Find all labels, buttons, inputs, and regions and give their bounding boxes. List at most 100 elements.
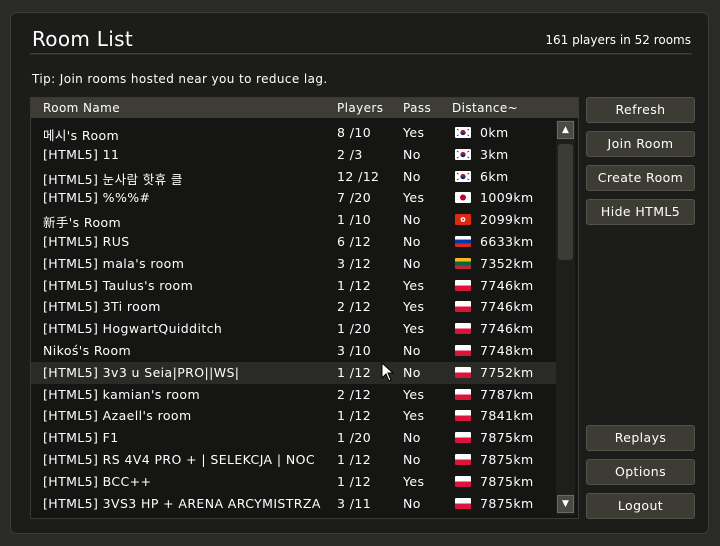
room-name: [HTML5] kamian's room: [43, 386, 201, 402]
room-row[interactable]: [HTML5] kamian's room 2 /12 Yes 7787km: [31, 384, 556, 406]
kr-flag-icon: [455, 148, 471, 160]
pl-flag-icon: [455, 323, 471, 335]
room-name: [HTML5] 눈사람 핫휴 클: [43, 171, 183, 187]
hide-html5-button[interactable]: Hide HTML5: [586, 199, 695, 225]
room-row[interactable]: [HTML5] 눈사람 핫휴 클 12 /12 No 6km: [31, 166, 556, 188]
room-row[interactable]: [HTML5] Taulus's room 1 /12 Yes 7746km: [31, 275, 556, 297]
room-pass: Yes: [403, 125, 425, 140]
room-row[interactable]: [HTML5] F1 1 /20 No 7875km: [31, 427, 556, 449]
room-distance: 7752km: [480, 364, 534, 380]
room-pass: No: [403, 342, 421, 358]
room-name: [HTML5] %%%#: [43, 190, 151, 206]
room-list-window: Room List 161 players in 52 rooms Tip: J…: [10, 12, 709, 534]
room-players: 1 /12: [337, 364, 372, 380]
scroll-up-button[interactable]: ▲: [557, 121, 574, 139]
room-row[interactable]: 新手's Room 1 /10 No 2099km: [31, 209, 556, 231]
room-row[interactable]: [HTML5] HogwartQuidditch 1 /20 Yes 7746km: [31, 318, 556, 340]
room-row[interactable]: [HTML5] Azaell's room 1 /12 Yes 7841km: [31, 405, 556, 427]
room-pass: Yes: [403, 386, 425, 402]
logout-button[interactable]: Logout: [586, 493, 695, 519]
room-distance: 7787km: [480, 386, 534, 402]
column-header-pass[interactable]: Pass: [403, 101, 431, 115]
room-distance: 7875km: [480, 495, 534, 511]
room-players: 6 /12: [337, 233, 372, 249]
room-players: 8 /10: [337, 125, 372, 140]
room-row[interactable]: Nikoś's Room 3 /10 No 7748km: [31, 340, 556, 362]
room-distance: 2099km: [480, 212, 534, 228]
room-name: [HTML5] 11: [43, 146, 120, 162]
room-pass: Yes: [403, 190, 425, 206]
room-players: 3 /12: [337, 255, 372, 271]
room-players: 1 /12: [337, 451, 372, 467]
room-pass: No: [403, 233, 421, 249]
room-distance: 7748km: [480, 342, 534, 358]
room-pass: Yes: [403, 473, 425, 489]
room-players: 12 /12: [337, 168, 380, 184]
room-name: [HTML5] 3v3 u Seia|PRO||WS|: [43, 364, 240, 380]
room-distance: 6km: [480, 168, 509, 184]
room-row[interactable]: [HTML5] 3Ti room 2 /12 Yes 7746km: [31, 296, 556, 318]
room-name: [HTML5] mala's room: [43, 255, 185, 271]
jp-flag-icon: [455, 192, 471, 204]
refresh-button[interactable]: Refresh: [586, 97, 695, 123]
column-header-room-name[interactable]: Room Name: [43, 101, 120, 115]
kr-flag-icon: [455, 170, 471, 182]
room-players: 2 /3: [337, 146, 363, 162]
room-pass: No: [403, 146, 421, 162]
room-row[interactable]: [HTML5] 3v3 u Seia|PRO||WS| 1 /12 No 7752km: [31, 361, 556, 384]
room-pass: Yes: [403, 321, 425, 337]
create-room-button[interactable]: Create Room: [586, 165, 695, 191]
room-name: [HTML5] HogwartQuidditch: [43, 321, 223, 337]
room-name: Nikoś's Room: [43, 342, 132, 358]
room-row[interactable]: [HTML5] mala's room 3 /12 No 7352km: [31, 253, 556, 275]
room-name: [HTML5] Taulus's room: [43, 277, 194, 293]
room-name: 新手's Room: [43, 215, 122, 231]
pl-flag-icon: [455, 410, 471, 422]
pl-flag-icon: [455, 453, 471, 465]
room-name: 메시's Room: [43, 128, 120, 143]
room-row[interactable]: [HTML5] 3VS3 HP + ARENA ARCYMISTRZA 3 /11…: [31, 493, 556, 515]
pl-flag-icon: [455, 366, 471, 378]
room-players: 7 /20: [337, 190, 372, 206]
scroll-thumb[interactable]: [558, 144, 573, 260]
ru-flag-icon: [455, 235, 471, 247]
room-name: [HTML5] BCC++: [43, 473, 152, 489]
kr-flag-icon: [455, 127, 471, 138]
room-pass: No: [403, 168, 421, 184]
room-row[interactable]: [HTML5] BCC++ 1 /12 Yes 7875km: [31, 471, 556, 493]
join-room-button[interactable]: Join Room: [586, 131, 695, 157]
room-pass: No: [403, 212, 421, 228]
scrollbar[interactable]: ▲ ▼: [556, 120, 575, 515]
room-distance: 7746km: [480, 299, 534, 315]
room-name: [HTML5] 3Ti room: [43, 299, 161, 315]
room-row[interactable]: [HTML5] %%%# 7 /20 Yes 1009km: [31, 187, 556, 209]
room-pass: No: [403, 495, 421, 511]
room-pass: No: [403, 364, 421, 380]
room-row[interactable]: [HTML5] RUS 6 /12 No 6633km: [31, 231, 556, 253]
room-pass: No: [403, 430, 421, 446]
room-list: Room Name Players Pass Distance~ 메시's Ro…: [30, 97, 579, 519]
room-name: [HTML5] RS 4V4 PRO + | SELEKCJA | NOC: [43, 451, 315, 467]
room-row[interactable]: [HTML5] 11 2 /3 No 3km: [31, 144, 556, 166]
room-players: 2 /12: [337, 386, 372, 402]
room-distance: 7746km: [480, 321, 534, 337]
player-count: 161 players in 52 rooms: [545, 33, 691, 47]
room-players: 2 /12: [337, 299, 372, 315]
pl-flag-icon: [455, 475, 471, 487]
scroll-down-button[interactable]: ▼: [557, 495, 574, 513]
options-button[interactable]: Options: [586, 459, 695, 485]
pl-flag-icon: [455, 497, 471, 509]
replays-button[interactable]: Replays: [586, 425, 695, 451]
room-distance: 0km: [480, 125, 509, 140]
pl-flag-icon: [455, 301, 471, 313]
column-header-distance[interactable]: Distance~: [452, 101, 518, 115]
room-distance: 1009km: [480, 190, 534, 206]
room-players: 1 /12: [337, 277, 372, 293]
room-row[interactable]: 메시's Room 8 /10 Yes 0km: [31, 122, 556, 144]
room-name: [HTML5] RUS: [43, 233, 130, 249]
room-distance: 7875km: [480, 451, 534, 467]
room-row[interactable]: [HTML5] RS 4V4 PRO + | SELEKCJA | NOC 1 /…: [31, 449, 556, 471]
room-distance: 7841km: [480, 408, 534, 424]
column-header-players[interactable]: Players: [337, 101, 383, 115]
room-players: 3 /11: [337, 495, 372, 511]
